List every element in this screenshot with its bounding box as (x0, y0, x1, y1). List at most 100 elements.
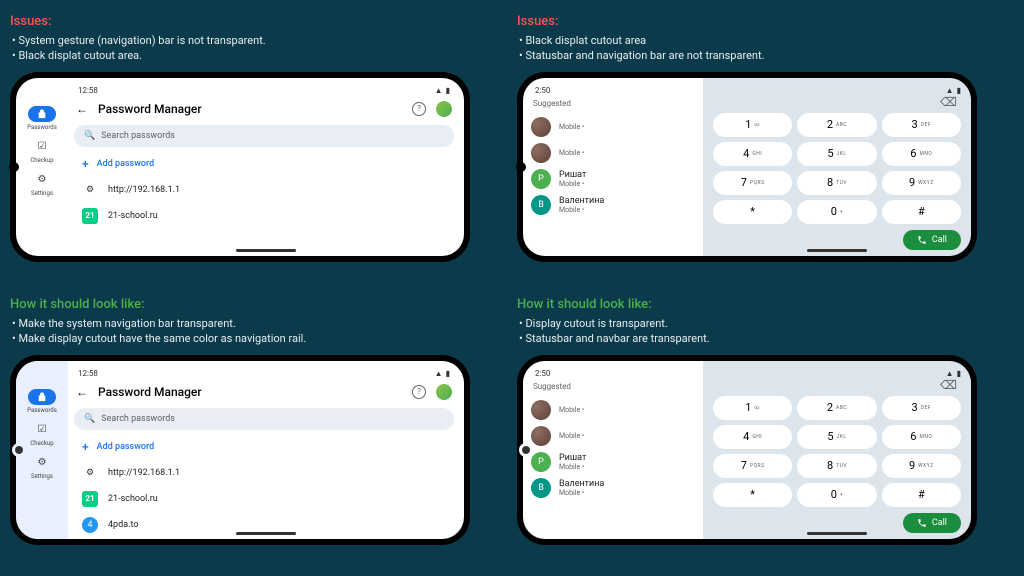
quadrant-good-dialer: How it should look like: • Display cutou… (517, 293, 1014, 566)
site-icon: 4 (82, 517, 98, 533)
clock: 12:58 (78, 369, 98, 378)
avatar: P (531, 452, 551, 472)
key-star[interactable]: * (713, 200, 792, 224)
key-8[interactable]: 8TUV (797, 171, 876, 195)
help-icon[interactable]: ? (412, 385, 426, 399)
key-4[interactable]: 4GHI (713, 425, 792, 449)
key-7[interactable]: 7PQRS (713, 454, 792, 478)
list-item[interactable]: ВВалентинаMobile • (531, 192, 695, 218)
key-0[interactable]: 0+ (797, 200, 876, 224)
key-4[interactable]: 4GHI (713, 142, 792, 166)
camera-cutout (519, 443, 533, 457)
keypad-pane: ▲▮ ⌫ 1∞ 2ABC 3DEF 4GHI 5JKL 6MNO 7PQRS 8… (703, 361, 971, 539)
list-item[interactable]: Mobile • (531, 423, 695, 449)
key-5[interactable]: 5JKL (797, 142, 876, 166)
contacts-pane: 2:50 Suggested Mobile • Mobile • PРишатM… (523, 361, 703, 539)
add-password-button[interactable]: +Add password (74, 434, 454, 460)
key-1[interactable]: 1∞ (713, 396, 792, 420)
key-6[interactable]: 6MNO (882, 425, 961, 449)
rail-checkup[interactable]: ☑Checkup (28, 139, 56, 164)
backspace-icon[interactable]: ⌫ (940, 95, 957, 109)
back-button[interactable]: ← (76, 385, 88, 399)
backspace-icon[interactable]: ⌫ (940, 378, 957, 392)
key-0[interactable]: 0+ (797, 483, 876, 507)
search-input[interactable]: 🔍Search passwords (74, 408, 454, 430)
key-2[interactable]: 2ABC (797, 396, 876, 420)
rail-settings[interactable]: ⚙Settings (28, 172, 56, 197)
list-item[interactable]: ⚙http://192.168.1.1 (74, 177, 454, 203)
main-content: 12:58▲▮ ← Password Manager ? 🔍Search pas… (68, 361, 464, 539)
key-8[interactable]: 8TUV (797, 454, 876, 478)
key-hash[interactable]: # (882, 200, 961, 224)
avatar[interactable] (436, 101, 452, 117)
gesture-bar (236, 532, 296, 535)
key-1[interactable]: 1∞ (713, 113, 792, 137)
key-9[interactable]: 9WXYZ (882, 171, 961, 195)
list-item[interactable]: Mobile • (531, 114, 695, 140)
wifi-icon: ▲ (946, 86, 954, 95)
key-9[interactable]: 9WXYZ (882, 454, 961, 478)
wifi-icon: ▲ (946, 369, 954, 378)
suggested-label: Suggested (533, 382, 695, 391)
site-icon: 21 (82, 208, 98, 224)
call-button[interactable]: Call (903, 230, 961, 250)
router-icon: ⚙ (82, 182, 98, 198)
key-6[interactable]: 6MNO (882, 142, 961, 166)
list-item[interactable]: ⚙http://192.168.1.1 (74, 460, 454, 486)
avatar: В (531, 478, 551, 498)
key-5[interactable]: 5JKL (797, 425, 876, 449)
site-icon: 21 (82, 491, 98, 507)
good-bullets: • Make the system navigation bar transpa… (12, 316, 507, 347)
gesture-bar (807, 532, 867, 535)
rail-passwords[interactable]: Passwords (27, 106, 57, 131)
list-item[interactable]: Mobile • (531, 397, 695, 423)
list-item[interactable]: Mobile • (531, 140, 695, 166)
avatar: В (531, 195, 551, 215)
key-3[interactable]: 3DEF (882, 396, 961, 420)
call-button[interactable]: Call (903, 513, 961, 533)
phone-mockup: Passwords ☑Checkup ⚙Settings 12:58▲▮ ← P… (10, 72, 470, 262)
camera-cutout (516, 162, 526, 172)
list-item[interactable]: 2121-school.ru (74, 486, 454, 512)
keypad: 1∞ 2ABC 3DEF 4GHI 5JKL 6MNO 7PQRS 8TUV 9… (713, 396, 961, 507)
list-item[interactable]: 2121-school.ru (74, 203, 454, 229)
key-7[interactable]: 7PQRS (713, 171, 792, 195)
phone-icon (917, 518, 927, 528)
search-icon: 🔍 (84, 414, 95, 424)
search-input[interactable]: 🔍Search passwords (74, 125, 454, 147)
plus-icon: + (82, 440, 89, 454)
issues-bullets: • Black displat cutout area • Statusbar … (519, 33, 1014, 64)
quadrant-good-pwd: How it should look like: • Make the syst… (10, 293, 507, 566)
battery-icon: ▮ (957, 86, 961, 95)
key-3[interactable]: 3DEF (882, 113, 961, 137)
phone-mockup: 2:50 Suggested Mobile • Mobile • PРишатM… (517, 355, 977, 545)
list-item[interactable]: ВВалентинаMobile • (531, 475, 695, 501)
back-button[interactable]: ← (76, 102, 88, 116)
battery-icon: ▮ (446, 369, 450, 378)
avatar[interactable] (436, 384, 452, 400)
clock: 2:50 (535, 369, 550, 378)
page-title: Password Manager (98, 102, 402, 116)
rail-checkup[interactable]: ☑Checkup (28, 422, 56, 447)
clock: 12:58 (78, 86, 98, 95)
camera-cutout (9, 162, 19, 172)
rail-settings[interactable]: ⚙Settings (28, 455, 56, 480)
contacts-pane: 2:50 Suggested Mobile • Mobile • PРишатM… (523, 78, 703, 256)
key-hash[interactable]: # (882, 483, 961, 507)
wifi-icon: ▲ (435, 369, 443, 378)
gesture-bar (236, 249, 296, 252)
status-bar: 2:50 (531, 367, 695, 380)
key-star[interactable]: * (713, 483, 792, 507)
add-password-button[interactable]: +Add password (74, 151, 454, 177)
router-icon: ⚙ (82, 465, 98, 481)
list-item[interactable]: PРишатMobile • (531, 449, 695, 475)
help-icon[interactable]: ? (412, 102, 426, 116)
rail-passwords[interactable]: Passwords (27, 389, 57, 414)
avatar (531, 117, 551, 137)
suggested-label: Suggested (533, 99, 695, 108)
good-heading: How it should look like (10, 297, 141, 312)
avatar (531, 143, 551, 163)
key-2[interactable]: 2ABC (797, 113, 876, 137)
avatar (531, 400, 551, 420)
list-item[interactable]: PРишатMobile • (531, 166, 695, 192)
